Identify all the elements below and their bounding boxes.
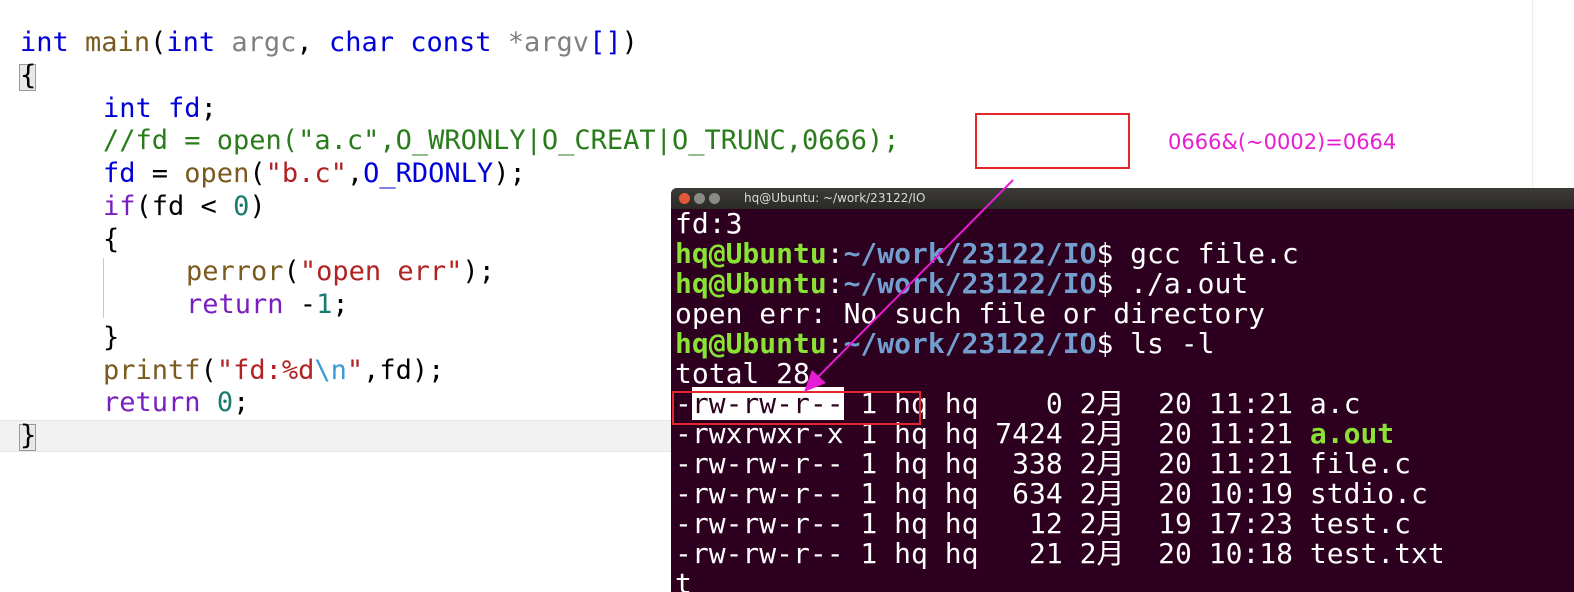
- code-line-3: int fd;: [103, 93, 217, 124]
- code-line-2: {: [20, 60, 37, 91]
- terminal-prompt-line: hq@Ubuntu:~/work/23122/IO$ gcc file.c: [675, 237, 1299, 270]
- code-line-8: perror("open err");: [186, 256, 495, 287]
- terminal-window[interactable]: hq@Ubuntu: ~/work/23122/IO fd:3 hq@Ubunt…: [671, 188, 1574, 592]
- code-line-5: fd = open("b.c",O_RDONLY);: [103, 158, 526, 189]
- listing-row: -rw-rw-r-- 1 hq hq 21 2月 20 10:18 test.t…: [675, 537, 1445, 570]
- terminal-prompt-line: hq@Ubuntu:~/work/23122/IO$ ./a.out: [675, 267, 1249, 300]
- code-line-7: {: [103, 224, 120, 255]
- indent-guide: [103, 258, 104, 318]
- terminal-titlebar[interactable]: hq@Ubuntu: ~/work/23122/IO: [671, 188, 1574, 209]
- terminal-output-line: fd:3: [675, 207, 743, 240]
- code-line-12: return 0;: [103, 387, 250, 418]
- minimize-icon[interactable]: [694, 193, 705, 204]
- code-line-1: int main(int argc, char const *argv[]): [20, 27, 638, 58]
- terminal-output-line: total 28: [675, 357, 810, 390]
- code-line-4-comment: //fd = open("a.c",O_WRONLY|O_CREAT|O_TRU…: [103, 125, 900, 156]
- listing-row: -rw-rw-r-- 1 hq hq 634 2月 20 10:19 stdio…: [675, 477, 1428, 510]
- maximize-icon[interactable]: [709, 193, 720, 204]
- highlight-box-mode: [975, 113, 1130, 169]
- terminal-prompt-line: hq@Ubuntu:~/work/23122/IO$ ls -l: [675, 327, 1215, 360]
- close-icon[interactable]: [679, 193, 690, 204]
- code-line-11: printf("fd:%d\n",fd);: [103, 355, 445, 386]
- terminal-title: hq@Ubuntu: ~/work/23122/IO: [744, 191, 926, 205]
- annotation-note: 0666&(~0002)=0664: [1168, 130, 1397, 154]
- highlight-box-perms: [672, 391, 921, 425]
- listing-row: -rw-rw-r-- 1 hq hq 12 2月 19 17:23 test.c: [675, 507, 1412, 540]
- code-line-13: }: [20, 420, 37, 451]
- code-line-9: return -1;: [186, 289, 349, 320]
- terminal-output-line: t: [675, 567, 692, 592]
- code-line-6: if(fd < 0): [103, 191, 266, 222]
- terminal-output-line: open err: No such file or directory: [675, 297, 1266, 330]
- code-line-10: }: [103, 322, 120, 353]
- listing-row: -rw-rw-r-- 1 hq hq 338 2月 20 11:21 file.…: [675, 447, 1412, 480]
